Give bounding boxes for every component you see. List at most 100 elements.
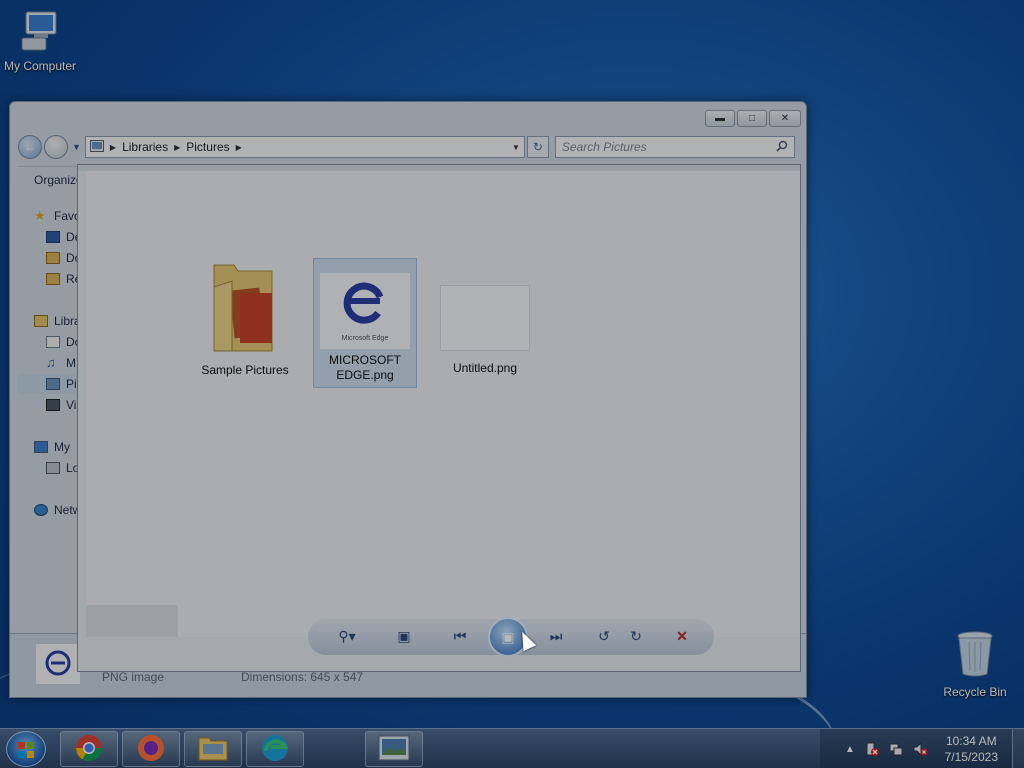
film-icon [46, 399, 60, 411]
breadcrumb-separator-icon: ▶ [174, 142, 181, 152]
file-name: MICROSOFT EDGE.png [329, 353, 401, 382]
previous-icon: ⏮ [453, 627, 467, 644]
desktop-icon-label: Recycle Bin [943, 685, 1007, 699]
libraries-icon [34, 315, 48, 327]
desktop-icon-label: My Computer [3, 59, 77, 73]
show-desktop-button[interactable] [1012, 729, 1024, 768]
previous-button[interactable]: ⏮ [448, 625, 472, 647]
computer-icon [0, 10, 80, 55]
nav-libraries[interactable]: Libra [34, 311, 80, 331]
edge-icon [260, 733, 290, 766]
nav-pictures[interactable]: Pi [18, 374, 80, 394]
network-globe-icon [34, 504, 48, 516]
address-bar[interactable]: ▶ Libraries ▶ Pictures ▶ ▼ [84, 136, 525, 158]
next-button[interactable]: ⏭ [544, 625, 568, 647]
nav-desktop[interactable]: De [46, 227, 80, 247]
nav-local-disk[interactable]: Lo [46, 458, 79, 478]
clock-time: 10:34 AM [945, 734, 997, 748]
desktop-icon [46, 231, 60, 243]
rotate-left-button[interactable]: ↺ [594, 625, 614, 647]
computer-icon [34, 441, 48, 453]
taskbar: ▲ 10:34 AM 7/15/2023 [0, 728, 1024, 768]
recycle-bin-icon [935, 630, 1015, 681]
fit-to-window-button[interactable]: ▣ [392, 625, 416, 647]
photo-viewer-window: Sample Pictures Microsoft Edge MICROSOFT… [77, 164, 801, 672]
search-box[interactable] [554, 136, 795, 158]
next-icon: ⏭ [549, 627, 563, 644]
star-icon: ★ [34, 208, 46, 223]
image-thumbnail [440, 285, 530, 351]
thumbnail-caption: Microsoft Edge [341, 334, 389, 342]
edge-logo-icon [45, 650, 71, 679]
file-item-microsoft-edge[interactable]: Microsoft Edge MICROSOFT EDGE.png [313, 258, 417, 388]
nav-favorites[interactable]: ★ Favo [34, 206, 80, 226]
clock-date: 7/15/2023 [944, 750, 998, 764]
search-icon[interactable] [776, 140, 788, 155]
minimize-button[interactable]: ▬ [705, 110, 735, 127]
nav-music[interactable]: ♫ M [46, 353, 76, 373]
details-dimensions: Dimensions: 645 x 547 [241, 670, 364, 684]
details-thumbnail [36, 644, 80, 684]
delete-x-icon: ✕ [676, 627, 688, 644]
hard-drive-icon [46, 462, 60, 474]
show-hidden-icons-button[interactable]: ▲ [842, 741, 858, 757]
window-controls: ▬ □ ✕ [705, 110, 801, 127]
rotate-right-button[interactable]: ↻ [626, 625, 646, 647]
fit-window-icon: ▣ [397, 627, 411, 644]
firefox-icon [136, 733, 166, 766]
taskbar-firefox[interactable] [122, 731, 180, 767]
nav-videos[interactable]: Vi [46, 395, 76, 415]
slideshow-icon: ▣ [501, 628, 515, 645]
rotate-clockwise-icon: ↻ [630, 627, 642, 644]
viewer-controls: ⚲▾ ▣ ⏮ ▣ ⏭ ↺ ↻ ✕ [308, 617, 714, 657]
breadcrumb-pictures[interactable]: Pictures [186, 140, 229, 154]
nav-network[interactable]: Netw [34, 500, 80, 520]
clock[interactable]: 10:34 AM 7/15/2023 [945, 733, 998, 765]
zoom-button[interactable]: ⚲▾ [332, 625, 362, 647]
chevron-up-icon: ▲ [845, 743, 855, 755]
taskbar-file-explorer[interactable] [184, 731, 242, 767]
recent-places-icon [46, 273, 60, 285]
network-icon[interactable] [888, 741, 904, 757]
maximize-button[interactable]: □ [737, 110, 767, 127]
file-name: Sample Pictures [201, 363, 289, 377]
delete-button[interactable]: ✕ [672, 625, 692, 647]
details-file-type: PNG image [102, 670, 165, 684]
volume-muted-icon[interactable] [912, 741, 928, 757]
start-button[interactable] [6, 731, 46, 767]
nav-recent-places[interactable]: Re [46, 269, 80, 289]
taskbar-chrome[interactable] [60, 731, 118, 767]
close-button[interactable]: ✕ [769, 110, 801, 127]
address-dropdown-icon[interactable]: ▼ [512, 143, 520, 152]
breadcrumb-separator-icon: ▶ [109, 142, 117, 152]
pictures-icon [46, 378, 60, 390]
music-note-icon: ♫ [46, 355, 56, 370]
refresh-icon: ↻ [532, 140, 543, 154]
edge-logo-icon [340, 277, 390, 331]
file-name: Untitled.png [452, 361, 518, 375]
nav-downloads[interactable]: Do [46, 248, 80, 268]
organize-menu[interactable]: Organize [34, 173, 83, 187]
navigation-bar: ← ▼ ▶ Libraries ▶ Pictures ▶ ▼ ↻ [18, 134, 798, 160]
recent-pages-dropdown[interactable]: ▼ [72, 142, 81, 152]
search-input[interactable] [561, 140, 776, 154]
documents-icon [46, 336, 60, 348]
breadcrumb-libraries[interactable]: Libraries [122, 140, 168, 154]
rotate-counterclockwise-icon: ↺ [598, 627, 610, 644]
back-button[interactable]: ← [18, 135, 42, 159]
file-item-untitled[interactable]: Untitled.png [433, 285, 537, 376]
windows-logo-icon [17, 741, 35, 759]
file-item-sample-pictures[interactable]: Sample Pictures [193, 259, 297, 378]
breadcrumb-separator-icon[interactable]: ▶ [236, 143, 242, 152]
nav-documents[interactable]: Do [46, 332, 80, 352]
refresh-button[interactable]: ↻ [526, 136, 549, 158]
downloads-icon [46, 252, 60, 264]
desktop-icon-my-computer[interactable]: My Computer [0, 10, 80, 73]
action-center-icon[interactable] [864, 741, 880, 757]
taskbar-edge[interactable] [246, 731, 304, 767]
taskbar-photo-viewer[interactable] [365, 731, 423, 767]
magnifier-icon: ⚲▾ [338, 627, 356, 644]
forward-button[interactable] [44, 135, 68, 159]
nav-my-computer[interactable]: My [34, 437, 70, 457]
desktop-icon-recycle-bin[interactable]: Recycle Bin [935, 630, 1015, 699]
